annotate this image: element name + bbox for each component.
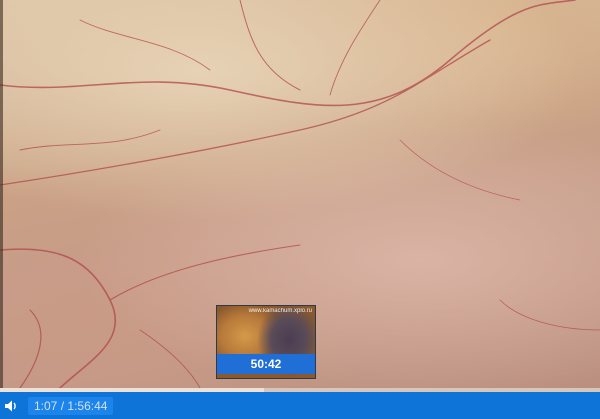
preview-time-bar: 50:42 xyxy=(217,354,315,374)
control-bar: 1:07 / 1:56:44 xyxy=(0,392,600,419)
preview-time: 50:42 xyxy=(250,357,282,371)
duration: 1:56:44 xyxy=(67,398,108,413)
current-time: 1:07 xyxy=(34,398,58,413)
volume-button[interactable] xyxy=(0,392,22,419)
preview-watermark: www.kamachum.xplo.ru xyxy=(248,308,312,314)
frame-edge-shadow xyxy=(0,0,3,388)
time-display: 1:07 / 1:56:44 xyxy=(28,396,114,415)
volume-icon xyxy=(5,400,16,411)
time-separator: / xyxy=(60,398,65,413)
seek-preview-thumbnail: www.kamachum.xplo.ru 50:42 xyxy=(216,305,316,379)
